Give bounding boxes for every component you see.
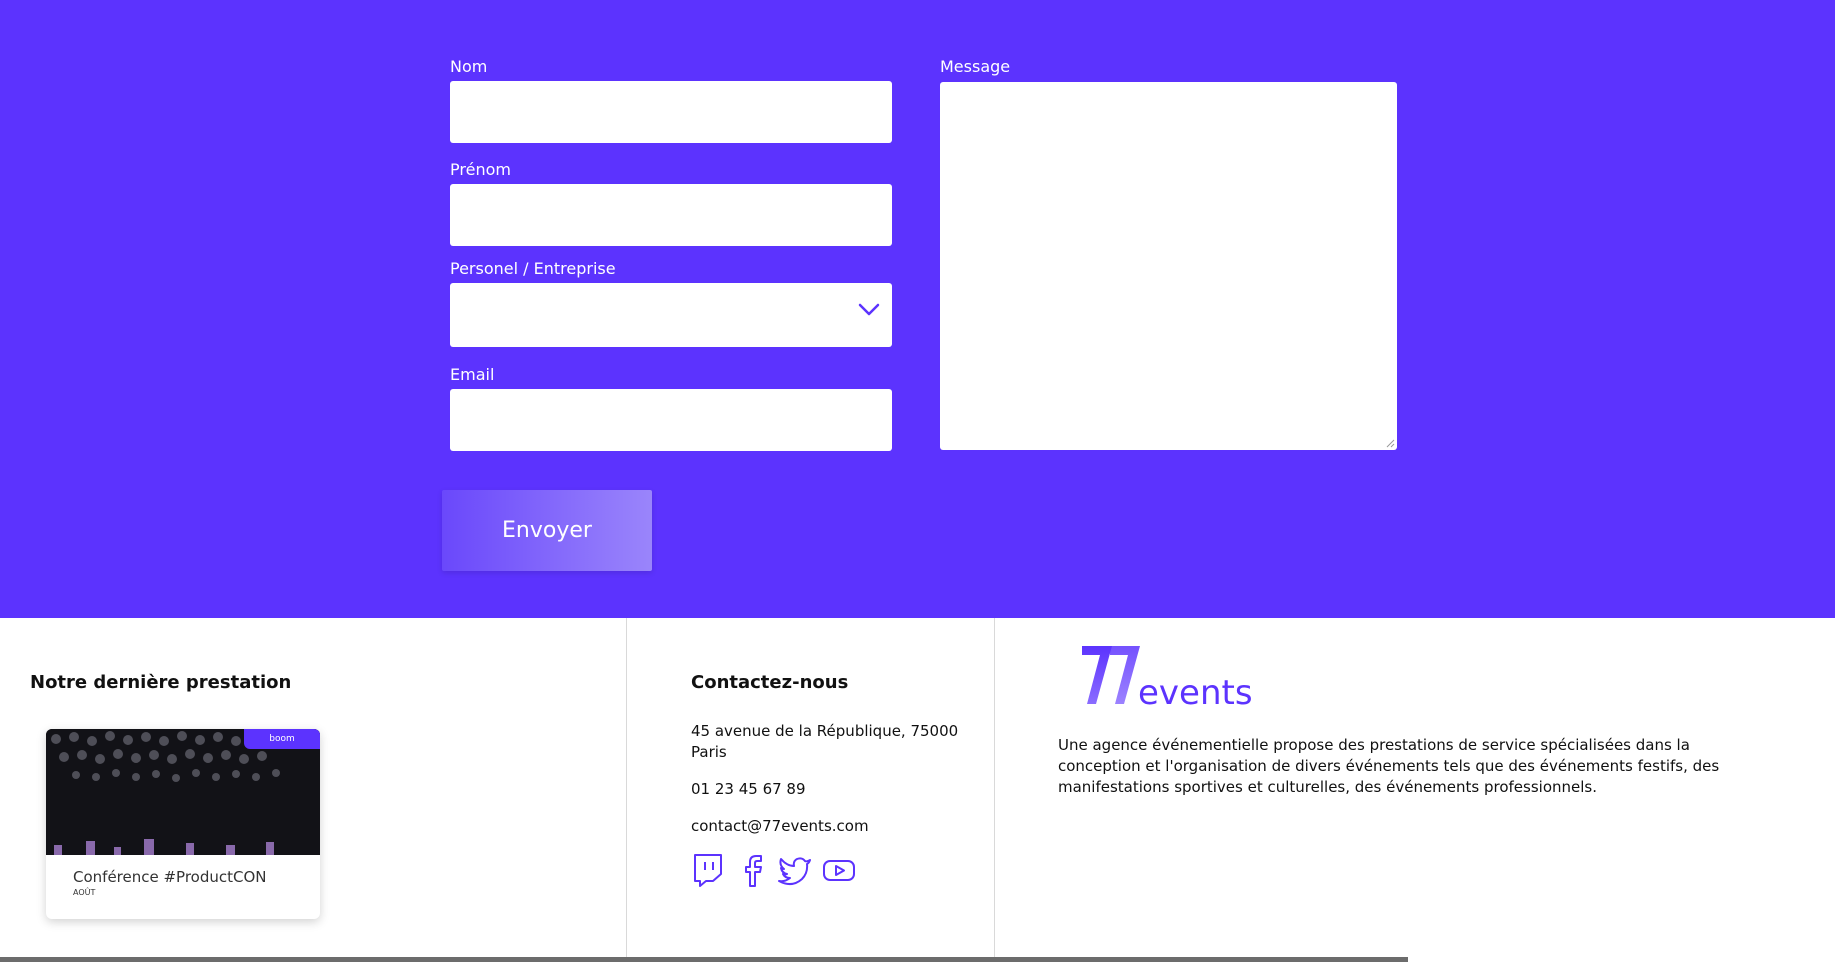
phone-number[interactable]: 01 23 45 67 89	[691, 779, 806, 800]
envoyer-button[interactable]: Envoyer	[442, 490, 652, 571]
nom-input[interactable]	[450, 81, 892, 143]
email-input[interactable]	[450, 389, 892, 451]
youtube-icon[interactable]	[822, 852, 856, 888]
prenom-input[interactable]	[450, 184, 892, 246]
latest-event-title: Notre dernière prestation	[30, 672, 292, 693]
event-card-badge: boom	[244, 729, 320, 749]
chevron-down-icon	[858, 303, 880, 316]
email-label: Email	[450, 365, 495, 384]
event-card-title: Conférence #ProductCON	[73, 868, 267, 886]
twitch-icon[interactable]	[691, 852, 725, 888]
message-label: Message	[940, 57, 1011, 76]
footer-divider-1	[626, 618, 627, 962]
message-textarea[interactable]	[940, 82, 1397, 450]
address-line-2: Paris	[691, 743, 727, 761]
horizontal-scrollbar[interactable]	[0, 957, 1408, 962]
personel-entreprise-label: Personel / Entreprise	[450, 259, 616, 278]
svg-text:events: events	[1138, 673, 1253, 708]
twitter-icon[interactable]	[778, 852, 812, 888]
contact-form-section: Nom Prénom Personel / Entreprise Email M…	[0, 0, 1835, 618]
nom-label: Nom	[450, 57, 488, 76]
facebook-icon[interactable]	[736, 852, 770, 888]
agency-description: Une agence événementielle propose des pr…	[1058, 736, 1720, 796]
77events-logo[interactable]: events	[1080, 642, 1260, 708]
contact-title: Contactez-nous	[691, 672, 849, 693]
address-line-1: 45 avenue de la République, 75000	[691, 722, 959, 740]
resize-grip-icon[interactable]	[1385, 438, 1395, 448]
prenom-label: Prénom	[450, 160, 511, 179]
address: 45 avenue de la République, 75000 Paris	[691, 721, 958, 763]
event-card-image: boom	[46, 729, 320, 855]
personel-entreprise-select[interactable]	[450, 283, 892, 347]
email-link[interactable]: contact@77events.com	[691, 816, 869, 837]
event-card[interactable]: boom Conférence #ProductCON AOÛT	[46, 729, 320, 919]
footer-divider-2	[994, 618, 995, 962]
event-card-date: AOÛT	[73, 888, 96, 897]
